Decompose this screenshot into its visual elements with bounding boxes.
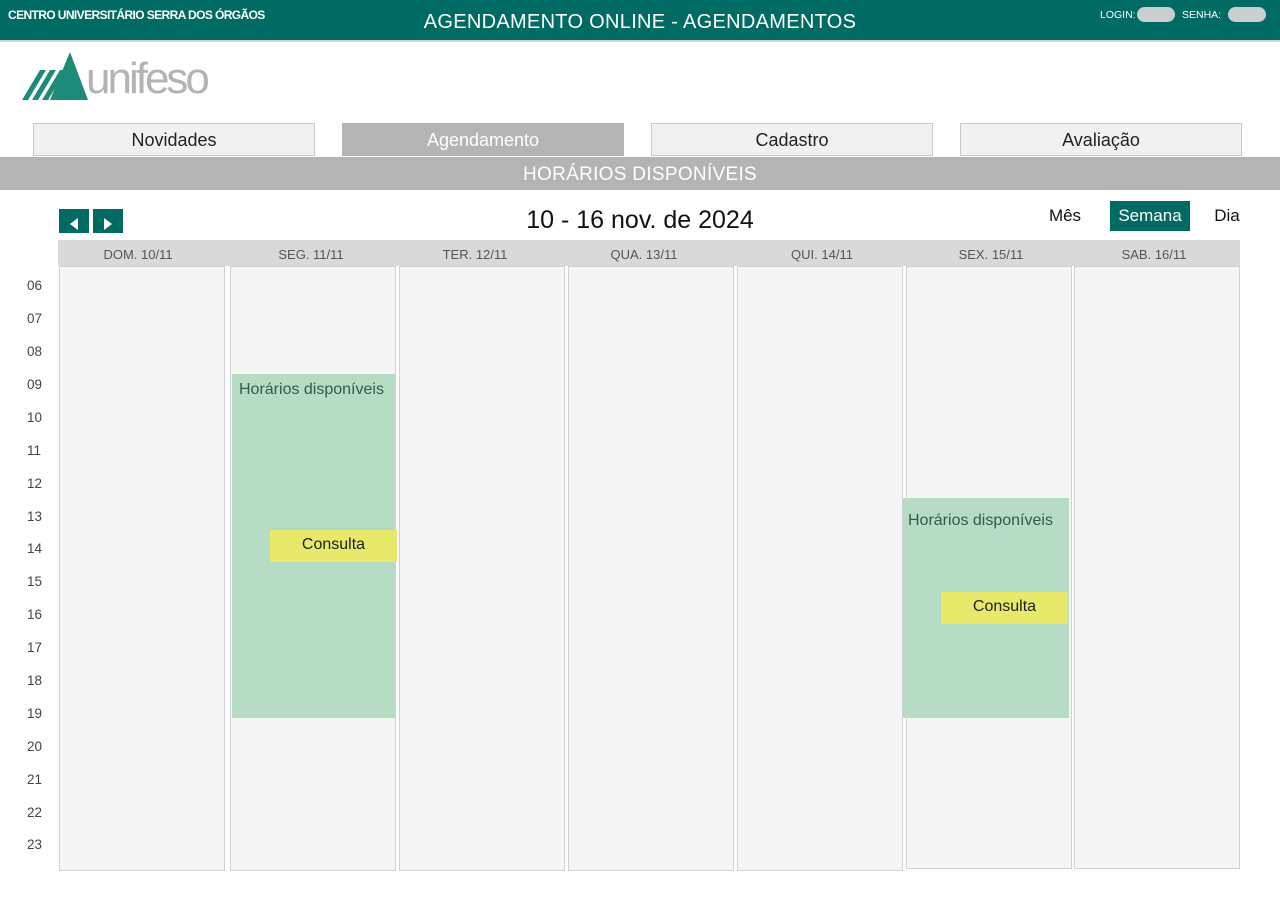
password-input[interactable] [1228, 7, 1266, 22]
hour-label: 19 [27, 706, 43, 721]
hour-label: 21 [27, 772, 43, 787]
hour-label: 11 [27, 443, 42, 458]
day-header: SEX. 15/11 [958, 247, 1024, 262]
hour-label: 13 [27, 509, 43, 524]
availability-label: Horários disponíveis [908, 512, 1053, 529]
password-label: SENHA: [1182, 9, 1222, 21]
hour-label: 20 [27, 739, 43, 754]
hour-label: 10 [27, 410, 43, 425]
day-header: TER. 12/11 [442, 247, 508, 262]
day-column[interactable] [737, 266, 903, 871]
view-week-button[interactable]: Semana [1110, 201, 1190, 231]
logo-wordmark: unifeso [86, 54, 210, 103]
day-column[interactable] [568, 266, 734, 871]
day-header: SEG. 11/11 [278, 247, 344, 262]
hour-label: 18 [27, 673, 43, 688]
app-title: AGENDAMENTO ONLINE - AGENDAMENTOS [423, 11, 857, 33]
day-column[interactable] [1074, 266, 1240, 869]
section-title: HORÁRIOS DISPONÍVEIS [0, 157, 1280, 190]
hour-label: 17 [27, 640, 43, 655]
availability-label: Horários disponíveis [239, 381, 384, 398]
hour-label: 06 [27, 278, 43, 293]
day-column[interactable] [59, 266, 225, 871]
hour-label: 09 [27, 377, 43, 392]
tab-cadastro[interactable]: Cadastro [651, 123, 933, 156]
hour-label: 14 [27, 541, 43, 556]
hour-label: 15 [27, 574, 43, 589]
view-month-button[interactable]: Mês [1040, 201, 1090, 231]
login-input[interactable] [1137, 7, 1175, 22]
tab-avaliacao[interactable]: Avaliação [960, 123, 1242, 156]
hour-label: 23 [27, 837, 43, 852]
appointment-event[interactable]: Consulta [941, 592, 1068, 624]
day-column[interactable] [399, 266, 565, 871]
hour-label: 22 [27, 805, 43, 820]
tab-agendamento[interactable]: Agendamento [342, 123, 624, 156]
view-day-button[interactable]: Dia [1208, 201, 1246, 231]
hour-label: 08 [27, 344, 43, 359]
day-header: QUI. 14/11 [791, 247, 853, 262]
appointment-event[interactable]: Consulta [270, 530, 397, 562]
tab-novidades[interactable]: Novidades [33, 123, 315, 156]
hour-label: 16 [27, 607, 43, 622]
day-header: QUA. 13/11 [610, 247, 678, 262]
day-header: DOM. 10/11 [103, 247, 173, 262]
hour-label: 12 [27, 476, 43, 491]
day-header: SAB. 16/11 [1121, 247, 1187, 262]
login-label: LOGIN: [1100, 9, 1136, 21]
hour-label: 07 [27, 311, 43, 326]
top-bar: CENTRO UNIVERSITÁRIO SERRA DOS ÓRGÃOS AG… [0, 0, 1280, 42]
